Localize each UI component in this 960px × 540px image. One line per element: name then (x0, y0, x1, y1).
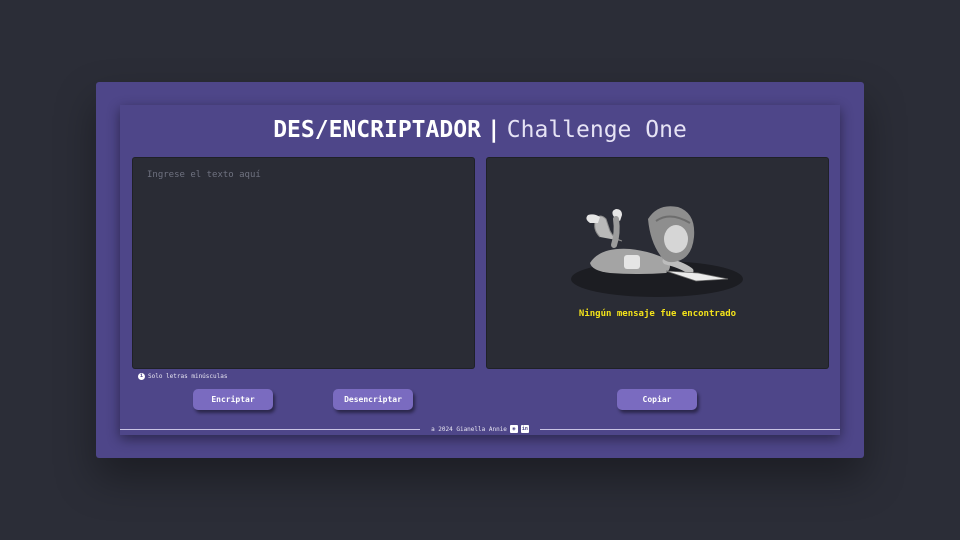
title-main: DES/ENCRIPTADOR (273, 117, 481, 143)
footer-text: a 2024 Gianella Annie (431, 425, 507, 433)
github-icon[interactable]: ◉ (509, 425, 518, 433)
footer-divider-right (540, 429, 840, 430)
input-panel (132, 157, 475, 369)
title-separator: | (486, 117, 501, 143)
info-icon: i (138, 373, 145, 380)
output-panel: Ningún mensaje fue encontrado (486, 157, 829, 369)
text-input[interactable] (132, 157, 475, 369)
decrypt-button[interactable]: Desencriptar (333, 389, 413, 410)
title-sub: Challenge One (506, 117, 687, 143)
footer-divider-left (120, 429, 420, 430)
encrypt-button[interactable]: Encriptar (193, 389, 273, 410)
footer: a 2024 Gianella Annie ◉ in (420, 424, 540, 434)
girl-reading-illustration (571, 206, 743, 297)
page-title: DES/ENCRIPTADOR | Challenge One (0, 114, 960, 146)
empty-message: Ningún mensaje fue encontrado (578, 309, 737, 319)
copy-button[interactable]: Copiar (617, 389, 697, 410)
hint-text: Solo letras minúsculas (148, 373, 228, 380)
linkedin-icon[interactable]: in (520, 425, 529, 433)
lowercase-hint: i Solo letras minúsculas (138, 373, 227, 380)
